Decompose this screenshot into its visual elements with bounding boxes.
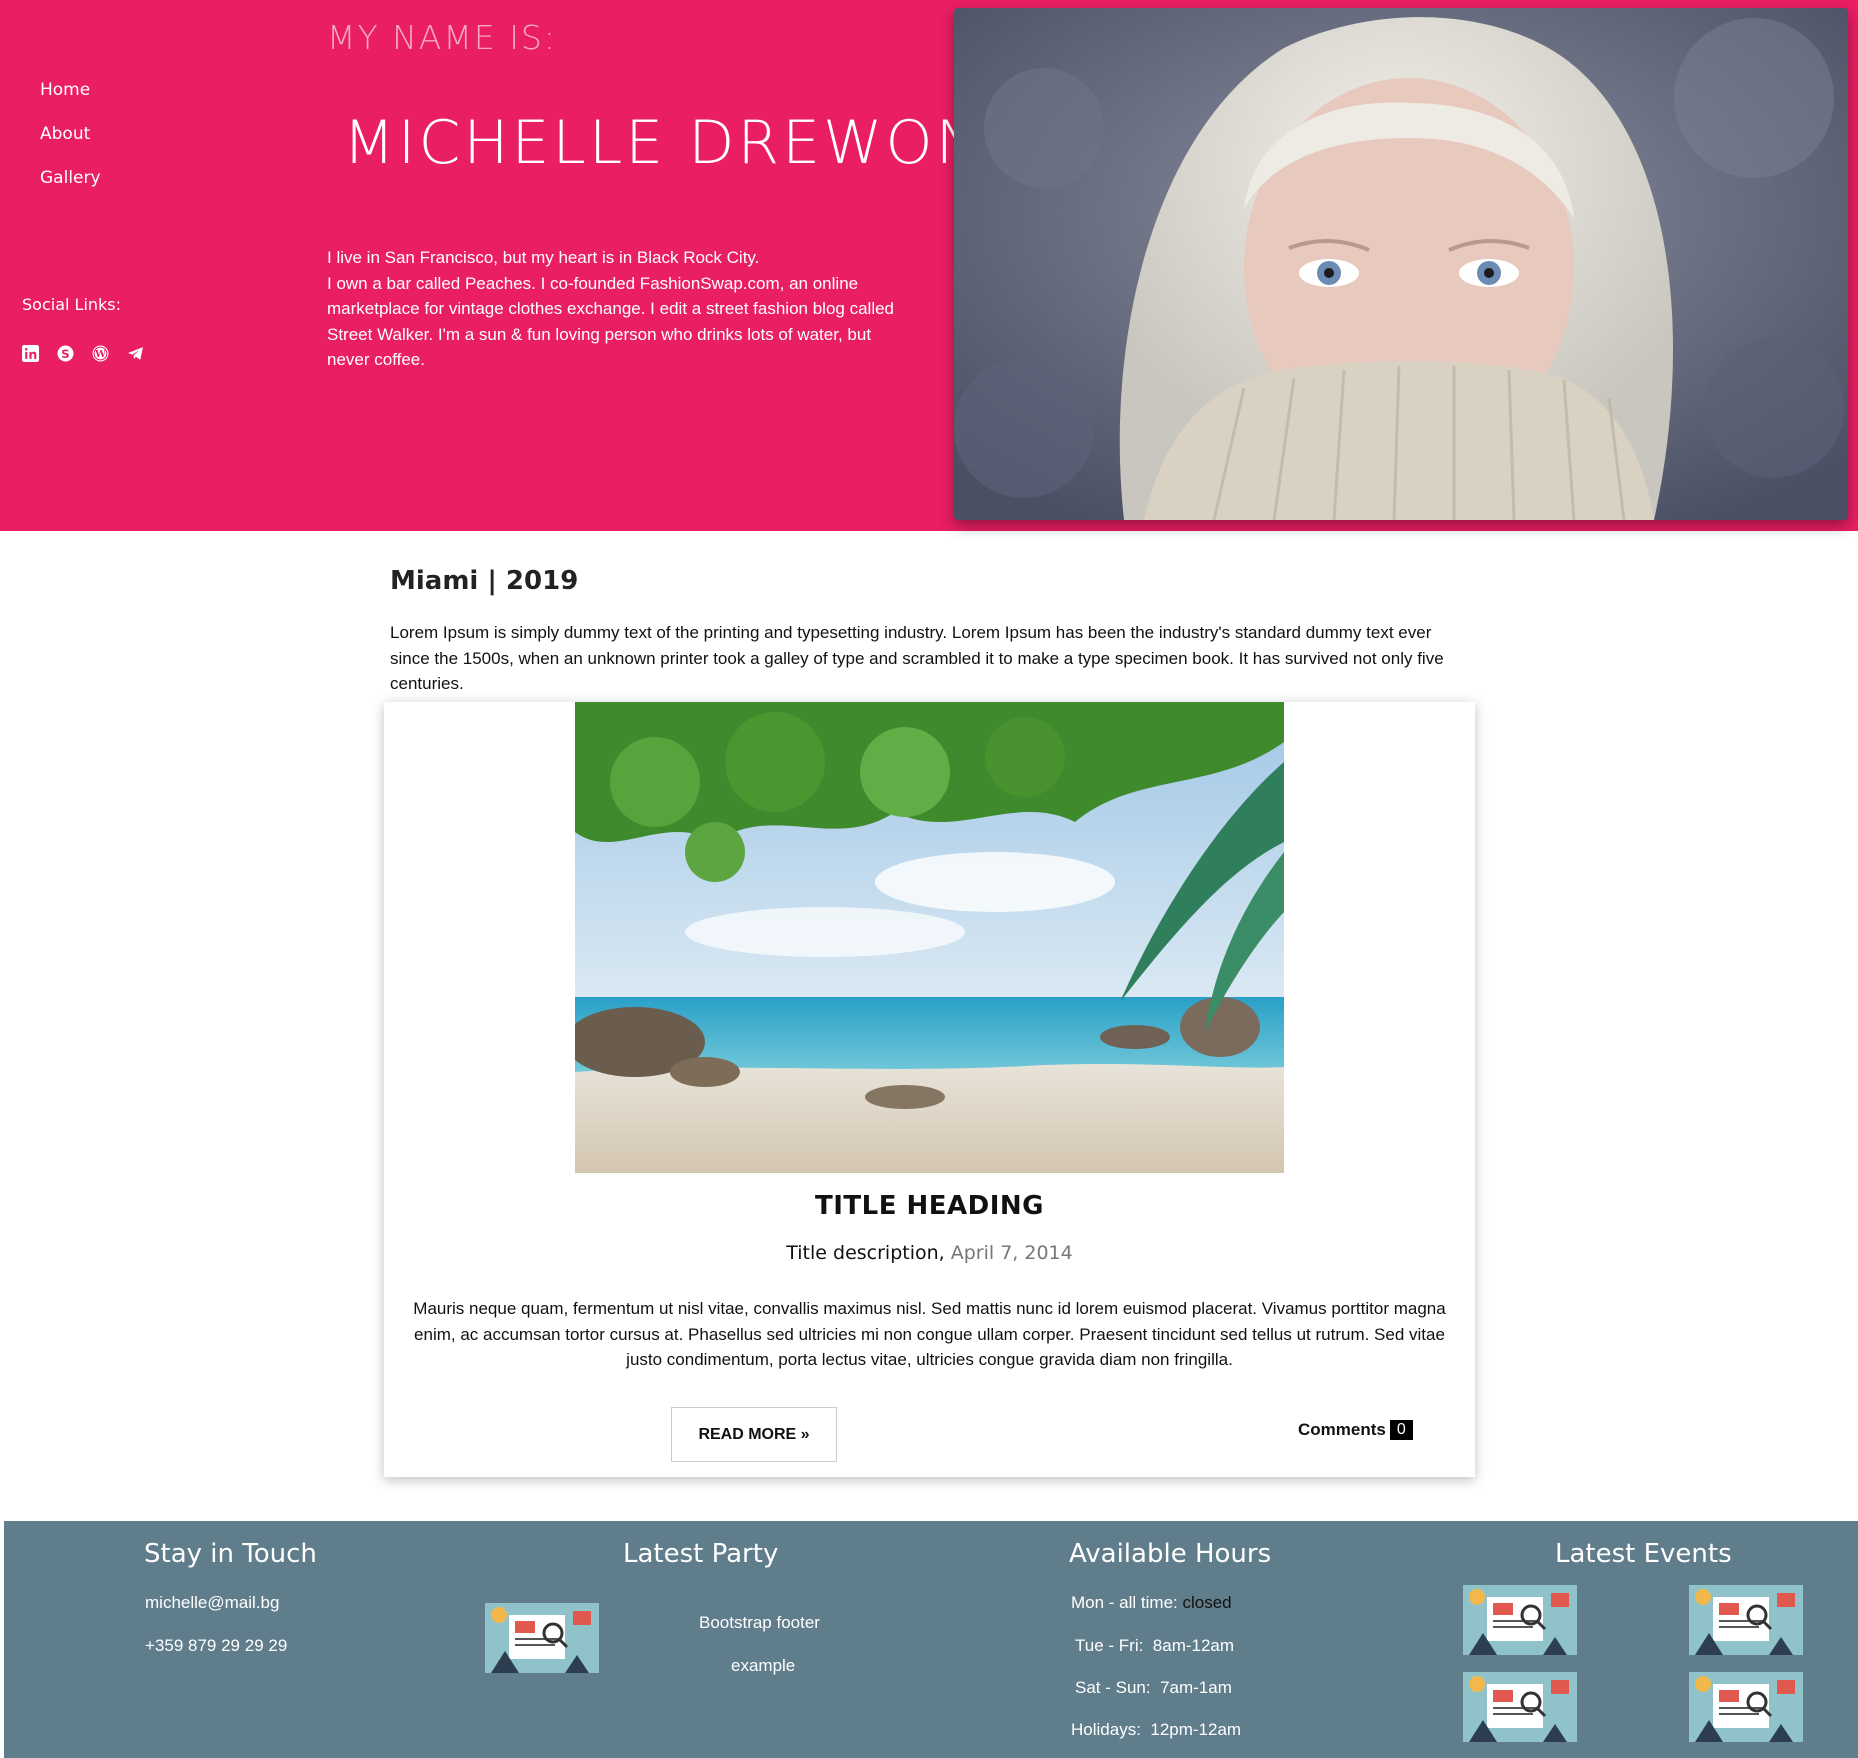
post-image <box>575 702 1284 1173</box>
footer-party-title: Latest Party <box>623 1539 779 1569</box>
hours-value: 8am-12am <box>1152 1636 1235 1655</box>
event-thumbnail[interactable] <box>1463 1585 1577 1655</box>
footer: Stay in Touch michelle@mail.bg +359 879 … <box>4 1521 1858 1758</box>
hours-label: Tue - Fri: <box>1075 1636 1144 1655</box>
bio-line-1: I live in San Francisco, but my heart is… <box>327 248 760 267</box>
hours-label: Mon - all time: <box>1071 1593 1178 1612</box>
skype-icon[interactable]: S <box>57 345 74 362</box>
post-body: Mauris neque quam, fermentum ut nisl vit… <box>413 1299 1446 1369</box>
linkedin-icon[interactable] <box>22 345 39 362</box>
my-name-is-label: MY NAME IS: <box>327 18 557 57</box>
party-thumbnail[interactable] <box>485 1603 599 1673</box>
hours-row: Tue - Fri: 8am-12am <box>1075 1636 1234 1656</box>
telegram-icon[interactable] <box>127 345 144 362</box>
read-more-button[interactable]: READ MORE » <box>671 1407 837 1462</box>
nav-about-link[interactable]: About <box>40 124 101 144</box>
post-intro: Lorem Ipsum is simply dummy text of the … <box>390 623 1444 693</box>
footer-events-title: Latest Events <box>1555 1539 1732 1569</box>
main-nav: Home About Gallery <box>40 80 101 212</box>
post-description: Title description, <box>786 1242 945 1264</box>
svg-text:W: W <box>94 349 106 360</box>
party-text-line-2: example <box>731 1656 796 1675</box>
hours-value: 12pm-12am <box>1150 1720 1242 1739</box>
nav-home-link[interactable]: Home <box>40 80 101 100</box>
event-thumbnail[interactable] <box>1689 1672 1803 1742</box>
nav-gallery-link[interactable]: Gallery <box>40 168 101 188</box>
comments-label: Comments <box>1298 1420 1386 1439</box>
hours-label: Sat - Sun: <box>1075 1678 1151 1697</box>
post-location-year: Miami | 2019 <box>390 566 579 596</box>
social-links-title: Social Links: <box>22 295 122 314</box>
event-thumbnail[interactable] <box>1689 1585 1803 1655</box>
profile-photo <box>954 8 1848 520</box>
footer-stay-title: Stay in Touch <box>144 1539 317 1569</box>
hours-value: closed <box>1182 1593 1232 1612</box>
post-date: April 7, 2014 <box>950 1242 1073 1264</box>
footer-phone[interactable]: +359 879 29 29 29 <box>145 1636 287 1656</box>
wordpress-icon[interactable]: W <box>92 345 109 362</box>
comments-count-badge: 0 <box>1389 1420 1413 1440</box>
header-hero: Home About Gallery Social Links: S W MY … <box>0 0 1858 531</box>
bio-line-2: I own a bar called Peaches. I co-founded… <box>327 273 895 370</box>
event-thumbnail[interactable] <box>1463 1672 1577 1742</box>
post-card: TITLE HEADING Title description, April 7… <box>384 702 1475 1477</box>
svg-text:S: S <box>61 347 69 361</box>
comments-link[interactable]: Comments 0 <box>1298 1420 1413 1440</box>
hours-row: Sat - Sun: 7am-1am <box>1075 1678 1232 1698</box>
post-subtitle: Title description, April 7, 2014 <box>384 1242 1475 1264</box>
hours-row: Mon - all time: closed <box>1071 1593 1232 1613</box>
footer-email[interactable]: michelle@mail.bg <box>145 1593 279 1613</box>
party-text-line-1: Bootstrap footer <box>699 1613 820 1632</box>
post-title: TITLE HEADING <box>814 1191 1045 1221</box>
profile-name: MICHELLE DREWON <box>343 108 984 178</box>
hours-value: 7am-1am <box>1160 1678 1232 1697</box>
footer-hours-title: Available Hours <box>1069 1539 1272 1569</box>
social-links: S W <box>22 345 144 362</box>
hours-label: Holidays: <box>1071 1720 1141 1739</box>
profile-bio: I live in San Francisco, but my heart is… <box>327 245 912 373</box>
hours-row: Holidays: 12pm-12am <box>1071 1720 1241 1740</box>
